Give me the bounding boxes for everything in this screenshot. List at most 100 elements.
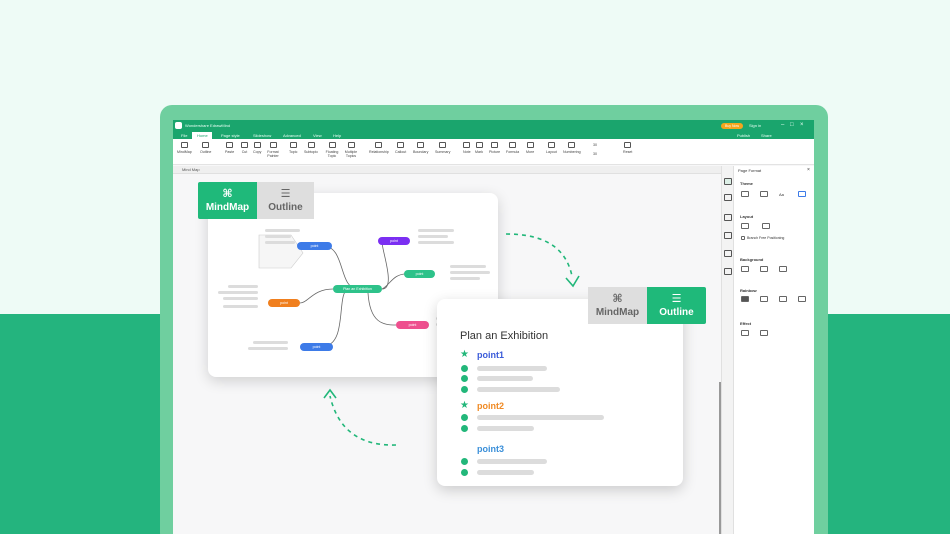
- subtopic-placeholder: [418, 241, 454, 244]
- branch-free-label: Branch Free Positioning: [747, 236, 785, 240]
- connector-style-icon[interactable]: [762, 223, 770, 229]
- summary-icon: [439, 142, 447, 148]
- rainbow-option-2-icon[interactable]: [760, 296, 768, 302]
- panel-close-icon[interactable]: ×: [807, 167, 810, 173]
- ribbon-summary-button[interactable]: Summary: [435, 142, 450, 154]
- mindmap-card-tab-outline[interactable]: ☰ Outline: [257, 182, 314, 219]
- rainbow-option-4-icon[interactable]: [798, 296, 806, 302]
- ribbon-formula-button[interactable]: Formula: [506, 142, 519, 154]
- minimize-icon[interactable]: –: [781, 122, 784, 128]
- ribbon-more-button[interactable]: More: [526, 142, 534, 154]
- mindmap-icon: ⌘: [612, 293, 623, 305]
- share-button[interactable]: Share: [761, 133, 772, 138]
- ribbon-picture-button[interactable]: Picture: [489, 142, 500, 154]
- ribbon-reset-button[interactable]: Reset: [623, 142, 632, 154]
- subtopic-placeholder: [223, 297, 258, 300]
- background-image-icon[interactable]: [760, 266, 768, 272]
- effect-option-icon[interactable]: [760, 330, 768, 336]
- branch-free-checkbox[interactable]: [741, 236, 745, 240]
- copy-icon: [253, 142, 261, 148]
- topic-node-green[interactable]: point: [404, 270, 435, 278]
- spacing-v-field[interactable]: 30: [593, 152, 597, 156]
- ribbon-mindmap-button[interactable]: MindMap: [177, 142, 192, 154]
- ribbon-relationship-button[interactable]: Relationship: [369, 142, 389, 154]
- topic-node-blue-top[interactable]: point: [297, 242, 332, 250]
- ribbon-multiple-topics-button[interactable]: Multiple Topics: [343, 142, 359, 158]
- subtopic-placeholder: [265, 241, 295, 244]
- ribbon-floating-topic-button[interactable]: Floating Topic: [325, 142, 339, 158]
- scrollbar[interactable]: [719, 382, 721, 534]
- format-painter-icon: [269, 142, 277, 148]
- ribbon-note-button[interactable]: Note: [463, 142, 471, 154]
- bullet-dot-icon: [461, 425, 468, 432]
- signin-button[interactable]: Sign in: [749, 123, 761, 128]
- outline-placeholder-line: [477, 470, 534, 475]
- watermark-icon[interactable]: [779, 266, 787, 272]
- spacing-h-field[interactable]: 30: [593, 143, 597, 147]
- topic-node-blue-bottom[interactable]: point: [300, 343, 333, 351]
- outline-point1[interactable]: point1: [477, 350, 504, 360]
- ribbon-outline-button[interactable]: Outline: [200, 142, 211, 154]
- ribbon-mark-button[interactable]: Mark: [475, 142, 483, 154]
- topic-node-orange[interactable]: point: [268, 299, 300, 307]
- mindmap-icon: [180, 142, 188, 148]
- ribbon-numbering-button[interactable]: Numbering: [563, 142, 581, 154]
- subtopic-icon: [307, 142, 315, 148]
- menu-tab-slideshow[interactable]: Slideshow: [253, 133, 271, 138]
- ribbon-cut-button[interactable]: Cut: [241, 142, 248, 154]
- topic-node-purple[interactable]: point: [378, 237, 410, 245]
- menu-tab-home[interactable]: Home: [197, 133, 208, 138]
- menu-tabs-bar: File Home Page style Slideshow Advanced …: [173, 132, 814, 139]
- menu-tab-file[interactable]: File: [181, 133, 187, 138]
- style-icon[interactable]: [724, 214, 732, 221]
- panel-title: Page Format: [738, 168, 762, 173]
- notes-icon[interactable]: [724, 268, 732, 275]
- rainbow-option-1-icon[interactable]: [741, 296, 749, 302]
- layout-label: Layout: [740, 214, 754, 219]
- font-theme-button[interactable]: Aa: [779, 192, 784, 197]
- outline-point2[interactable]: point2: [477, 401, 504, 411]
- color-theme-icon[interactable]: [760, 191, 768, 197]
- outline-placeholder-line: [477, 459, 547, 464]
- ribbon-paste-button[interactable]: Paste: [225, 142, 234, 154]
- menu-tab-view[interactable]: View: [313, 133, 322, 138]
- page-format-icon[interactable]: [724, 178, 732, 185]
- outline-card-tab-outline[interactable]: ☰ Outline: [647, 287, 706, 324]
- mindmap-card-tab-mindmap[interactable]: ⌘ MindMap: [198, 182, 257, 219]
- ribbon-topic-button[interactable]: Topic: [289, 142, 297, 154]
- floating-topic-icon: [328, 142, 336, 148]
- outline-point3[interactable]: point3: [477, 444, 504, 454]
- center-topic[interactable]: Plan an Exhibition: [333, 285, 382, 293]
- ribbon-callout-button[interactable]: Callout: [395, 142, 406, 154]
- ribbon-boundary-button[interactable]: Boundary: [413, 142, 428, 154]
- topic-node-pink[interactable]: point: [396, 321, 429, 329]
- paste-icon: [226, 142, 234, 148]
- layout-type-icon[interactable]: [741, 223, 749, 229]
- maximize-icon[interactable]: □: [790, 122, 794, 128]
- menu-tab-page-style[interactable]: Page style: [221, 133, 240, 138]
- clipart-icon[interactable]: [724, 232, 732, 239]
- close-icon[interactable]: ×: [800, 122, 804, 128]
- subtopic-placeholder: [253, 341, 288, 344]
- theme-picker-icon[interactable]: [741, 191, 749, 197]
- subtopic-placeholder: [218, 291, 258, 294]
- background-color-icon[interactable]: [741, 266, 749, 272]
- publish-button[interactable]: Publish: [737, 133, 750, 138]
- menu-tab-advanced[interactable]: Advanced: [283, 133, 301, 138]
- numbering-icon: [568, 142, 576, 148]
- ribbon-subtopic-button[interactable]: Subtopic: [304, 142, 318, 154]
- formula-icon: [509, 142, 517, 148]
- menu-tab-help[interactable]: Help: [333, 133, 341, 138]
- subtopic-placeholder: [450, 277, 480, 280]
- rainbow-option-3-icon[interactable]: [779, 296, 787, 302]
- hand-drawn-effect-icon[interactable]: [741, 330, 749, 336]
- outline-panel-icon[interactable]: [724, 194, 732, 201]
- buy-now-button[interactable]: Buy Now: [721, 123, 743, 129]
- task-icon[interactable]: [724, 250, 732, 257]
- ribbon-copy-button[interactable]: Copy: [253, 142, 261, 154]
- theme-color-swatch-icon[interactable]: [798, 191, 806, 197]
- ribbon-format-painter-button[interactable]: Format Painter: [266, 142, 280, 158]
- ribbon-layout-button[interactable]: Layout: [546, 142, 557, 154]
- outline-card-tab-mindmap[interactable]: ⌘ MindMap: [588, 287, 647, 324]
- doc-tab-mind-map[interactable]: Mind Map: [182, 167, 200, 172]
